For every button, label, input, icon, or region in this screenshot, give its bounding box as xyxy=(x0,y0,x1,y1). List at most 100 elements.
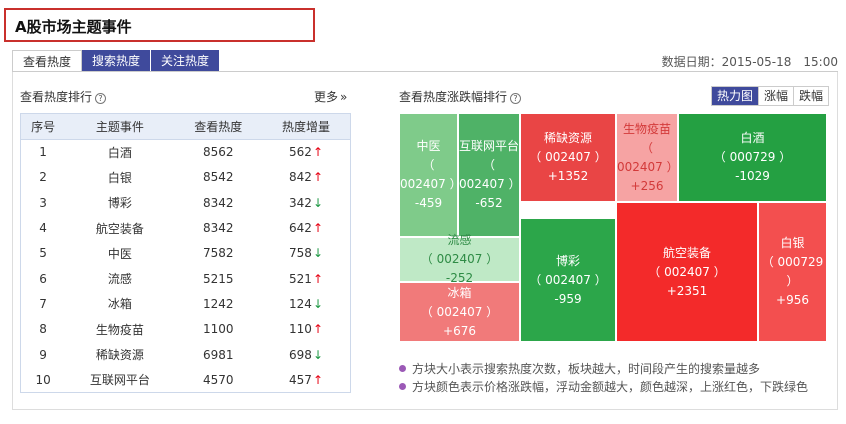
treemap-cell-change: +2351 xyxy=(666,283,708,298)
table-row[interactable]: 3 博彩 8342 342↓ xyxy=(21,190,351,215)
treemap-cell[interactable]: 互联网平台 （ 002407 ） -652 xyxy=(458,113,521,237)
page-title-box: A股市场主题事件 xyxy=(4,8,315,42)
heat-cell: 8542 xyxy=(203,170,234,185)
delta-value: 698 xyxy=(289,347,312,362)
delta-cell: 842↑ xyxy=(262,165,350,190)
arrow-up-icon: ↑ xyxy=(312,372,323,387)
treemap-cell[interactable]: 航空装备 （ 002407 ） +2351 xyxy=(616,202,758,342)
treemap-cell[interactable]: 生物疫苗 （ 002407 ） +256 xyxy=(616,113,679,202)
treemap-cell[interactable]: 稀缺资源 （ 002407 ） +1352 xyxy=(520,113,616,202)
column-header-rank: 序号 xyxy=(20,113,66,140)
table-row[interactable]: 9 稀缺资源 6981 698↓ xyxy=(21,342,351,367)
arrow-down-icon: ↓ xyxy=(312,347,323,362)
arrow-up-icon: ↑ xyxy=(312,271,323,286)
column-header-heat: 查看热度 xyxy=(174,113,263,140)
treemap-cell[interactable]: 流感（ 002407 ） -252 xyxy=(399,233,520,285)
treemap-cell[interactable]: 中医 （ 002407 ） -459 xyxy=(399,113,462,237)
note-color: 方块颜色表示价格涨跌幅，浮动金额越大，颜色越深，上涨红色，下跌绿色 xyxy=(412,380,809,394)
treemap-cell-code: （ 002407 ） xyxy=(459,158,521,191)
treemap-cell-code: （ 002407 ） xyxy=(617,140,679,174)
bullet-dot-icon xyxy=(399,365,406,372)
heat-cell: 4570 xyxy=(203,372,234,387)
view-rise-button[interactable]: 涨幅 xyxy=(758,87,793,105)
note-item: 方块大小表示搜索热度次数，板块越大，时间段产生的搜索量越多 xyxy=(399,360,808,378)
heat-treemap: 中医 （ 002407 ） -459 互联网平台 （ 002407 ） -652 稀缺资源 （… xyxy=(399,113,827,342)
treemap-cell-name: 中医 xyxy=(416,139,441,153)
rank-cell: 5 xyxy=(39,246,47,261)
treemap-cell[interactable]: 冰箱 （ 002407 ） +676 xyxy=(399,282,520,342)
view-fall-button[interactable]: 跌幅 xyxy=(793,87,828,105)
table-row[interactable]: 7 冰箱 1242 124↓ xyxy=(21,291,351,316)
table-row[interactable]: 4 航空装备 8342 642↑ xyxy=(21,215,351,240)
view-heatmap-button[interactable]: 热力图 xyxy=(712,87,759,105)
table-row[interactable]: 6 流感 5215 521↑ xyxy=(21,266,351,291)
treemap-title: 查看热度涨跌幅排行 xyxy=(399,90,508,104)
page-title: A股市场主题事件 xyxy=(15,18,132,36)
help-icon[interactable]: ? xyxy=(95,93,107,104)
delta-value: 642 xyxy=(289,221,312,236)
topic-cell: 生物疫苗 xyxy=(95,322,144,337)
table-row[interactable]: 8 生物疫苗 1100 110↑ xyxy=(21,317,351,342)
treemap-cell[interactable]: 博彩 （ 002407 ） -959 xyxy=(520,218,616,342)
treemap-cell-change: -652 xyxy=(475,196,503,210)
rank-cell: 3 xyxy=(39,195,47,210)
rank-cell: 1 xyxy=(39,145,47,160)
topic-cell: 中医 xyxy=(107,246,132,261)
table-row[interactable]: 5 中医 7582 758↓ xyxy=(21,241,351,266)
rank-cell: 7 xyxy=(39,296,47,311)
treemap-cell-change: -1029 xyxy=(735,169,770,183)
topic-cell: 白银 xyxy=(107,170,132,185)
arrow-up-icon: ↑ xyxy=(312,322,323,337)
rank-cell: 6 xyxy=(39,271,47,286)
treemap-cell-name: 航空装备 xyxy=(662,245,711,260)
ranking-title: 查看热度排行 xyxy=(20,90,93,104)
delta-value: 342 xyxy=(289,195,312,210)
tab-view-heat[interactable]: 查看热度 xyxy=(12,50,83,72)
delta-cell: 342↓ xyxy=(262,190,350,215)
treemap-cell-code: （ 002407 ） xyxy=(529,272,607,287)
treemap-cell-name: 冰箱 xyxy=(447,285,472,300)
tab-search-heat[interactable]: 搜索热度 xyxy=(82,50,152,72)
treemap-cell-code: （ 002407 ） xyxy=(400,158,462,191)
heat-cell: 8562 xyxy=(203,145,234,160)
treemap-cell-name: 稀缺资源 xyxy=(543,131,592,145)
table-row[interactable]: 1 白酒 8562 562↑ xyxy=(21,140,351,165)
heat-tabs: 查看热度 搜索热度 关注热度 xyxy=(12,50,221,72)
treemap-cell-code: （ 002407 ） xyxy=(420,252,499,266)
delta-cell: 758↓ xyxy=(262,241,350,266)
heat-cell: 8342 xyxy=(203,195,234,210)
treemap-cell[interactable]: 白银 （ 000729 ） +956 xyxy=(758,202,827,342)
delta-value: 842 xyxy=(289,170,312,185)
heat-cell: 6981 xyxy=(203,347,234,362)
rank-cell: 4 xyxy=(39,221,47,236)
rank-cell: 8 xyxy=(39,322,47,337)
delta-cell: 457↑ xyxy=(262,367,350,392)
heat-cell: 8342 xyxy=(203,221,234,236)
heat-cell: 5215 xyxy=(203,271,234,286)
more-link[interactable]: 更多» xyxy=(314,88,347,105)
treemap-cell-name: 互联网平台 xyxy=(459,139,520,153)
legend-notes: 方块大小表示搜索热度次数，板块越大，时间段产生的搜索量越多 方块颜色表示价格涨跌… xyxy=(399,360,808,396)
ranking-heading: 查看热度排行? xyxy=(20,88,107,105)
treemap-cell-change: -959 xyxy=(554,291,582,306)
topic-cell: 互联网平台 xyxy=(89,373,150,388)
tab-follow-heat[interactable]: 关注热度 xyxy=(151,50,221,72)
table-row[interactable]: 2 白银 8542 842↑ xyxy=(21,165,351,190)
topic-cell: 稀缺资源 xyxy=(95,348,144,363)
delta-cell: 562↑ xyxy=(262,140,350,165)
topic-cell: 博彩 xyxy=(107,196,132,211)
note-size: 方块大小表示搜索热度次数，板块越大，时间段产生的搜索量越多 xyxy=(412,362,761,376)
treemap-cell-change: +956 xyxy=(776,293,809,307)
arrow-down-icon: ↓ xyxy=(312,195,323,210)
column-header-delta: 热度增量 xyxy=(262,113,351,140)
treemap-cell-change: +256 xyxy=(630,178,664,193)
treemap-cell-code: （ 000729 ） xyxy=(713,150,792,164)
treemap-cell-change: +676 xyxy=(443,323,476,338)
delta-value: 110 xyxy=(289,322,312,337)
table-row[interactable]: 10 互联网平台 4570 457↑ xyxy=(21,367,351,392)
treemap-cell[interactable]: 白酒 （ 000729 ） -1029 xyxy=(678,113,827,202)
help-icon[interactable]: ? xyxy=(510,93,522,104)
treemap-cell-name: 生物疫苗 xyxy=(622,121,671,136)
arrow-up-icon: ↑ xyxy=(312,170,323,185)
data-date: 数据日期：2015-05-18 15:00 xyxy=(661,55,838,69)
